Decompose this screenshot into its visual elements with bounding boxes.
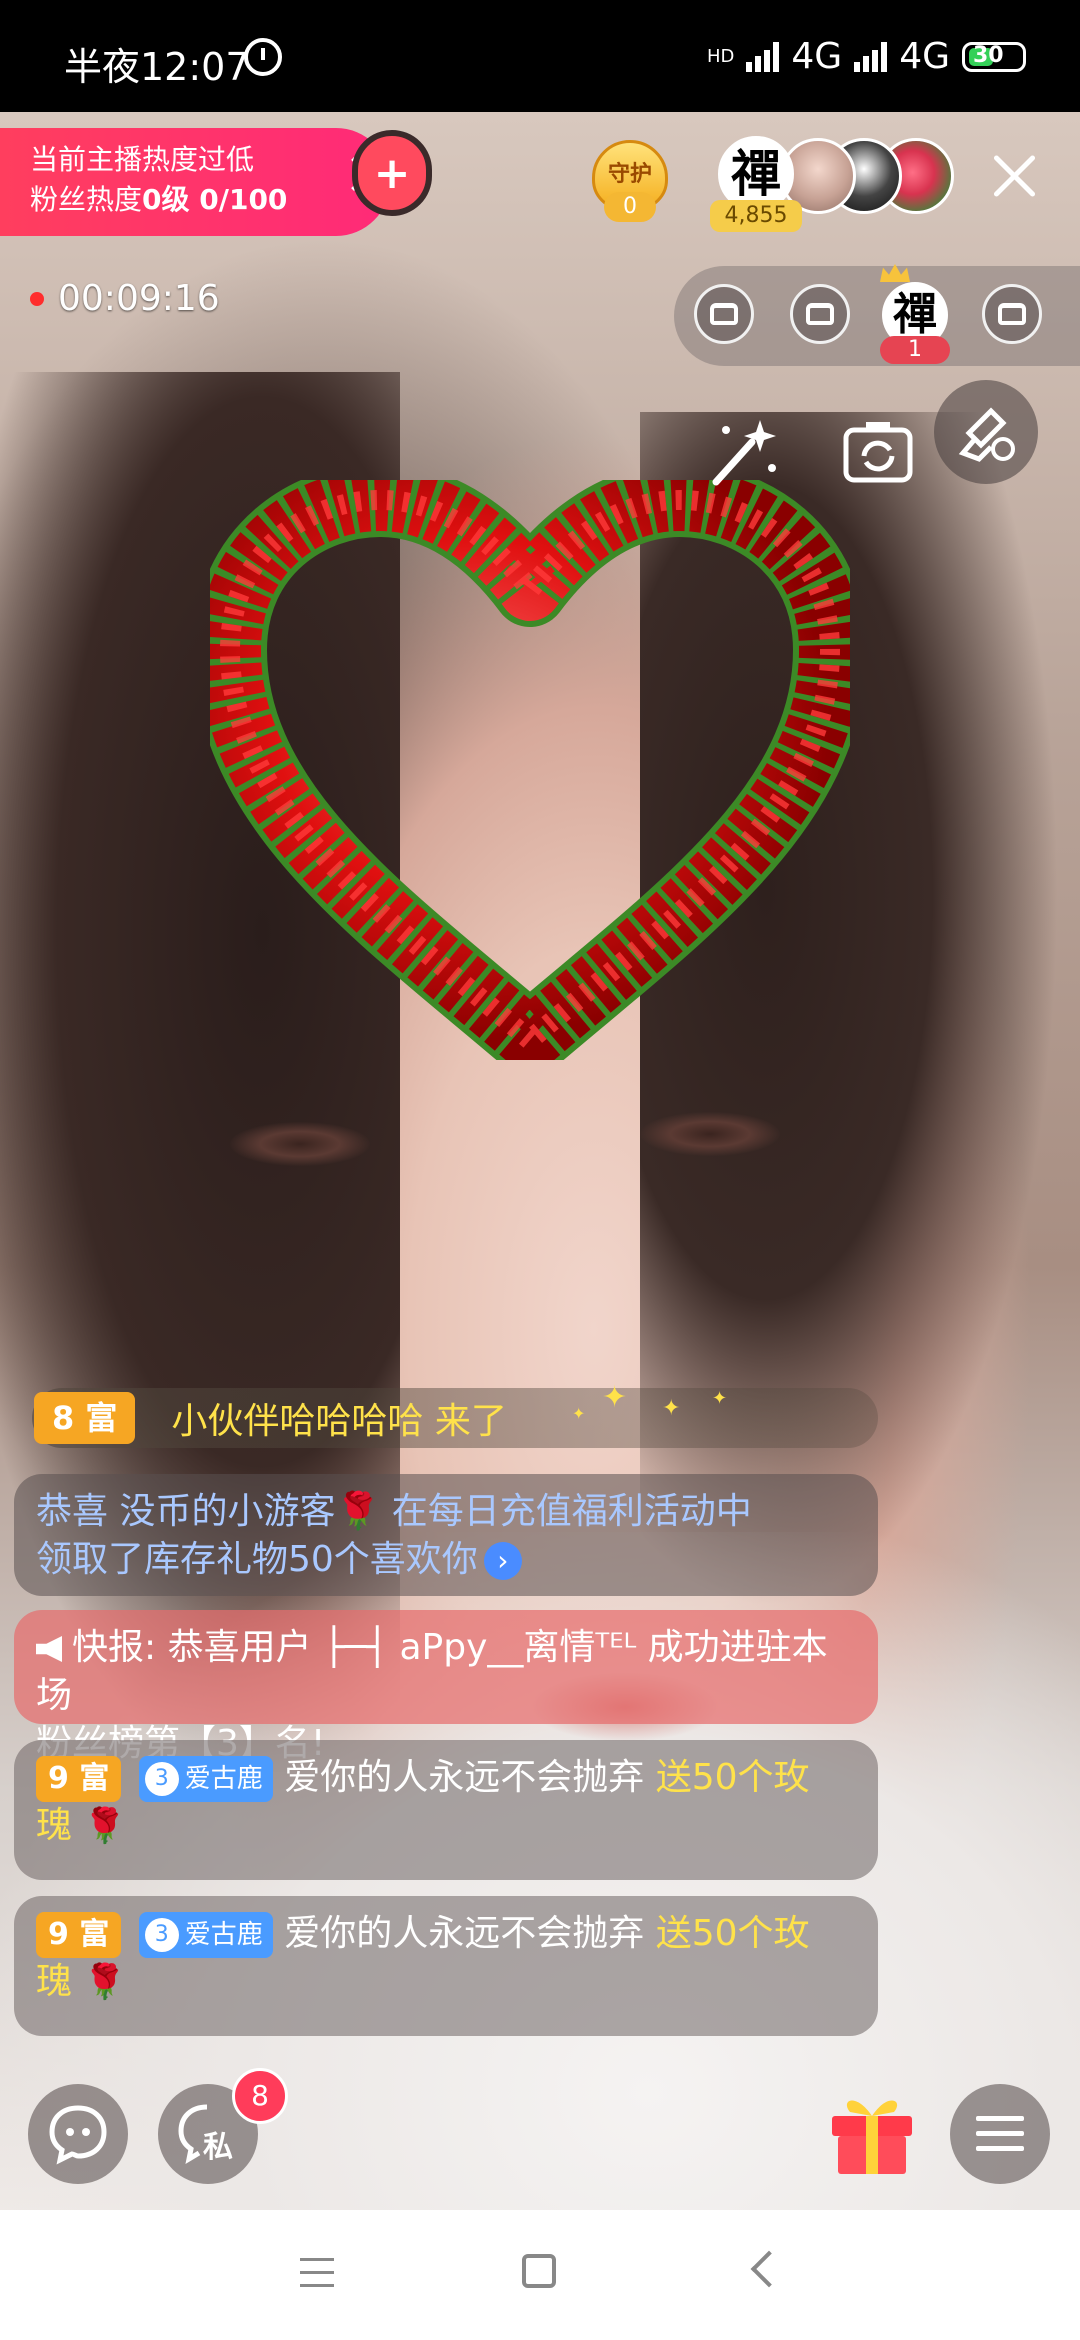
news-message-line1: 快报: 恭喜用户 ├─┤ aPpy__离情ᵀᴱᴸ 成功进驻本场: [36, 1627, 828, 1716]
timer-text: 00:09:16: [58, 278, 220, 319]
join-text: 小伙伴哈哈哈哈 来了: [171, 1401, 507, 1442]
live-timer: 00:09:16: [30, 278, 220, 319]
sofa-icon: [710, 303, 738, 325]
gift-action: 送50个玫: [655, 1913, 810, 1954]
menu-icon[interactable]: [950, 2084, 1050, 2184]
network-label-2: 4G: [899, 36, 950, 77]
sofa-icon: [998, 303, 1026, 325]
speaker-icon: [36, 1636, 62, 1662]
fan-heat-banner[interactable]: 当前主播热度过低 粉丝热度0级 0/100: [0, 128, 390, 236]
clean-screen-icon[interactable]: [934, 380, 1038, 484]
sparkle-icon: ✦: [712, 1388, 728, 1409]
empty-seat[interactable]: [790, 284, 850, 344]
system-message-line2: 领取了库存礼物50个喜欢你 ›: [36, 1536, 856, 1584]
gift-action: 送50个玫: [655, 1757, 810, 1798]
network-label: 4G: [791, 36, 843, 77]
heat-level-text: 粉丝热度0级 0/100: [30, 183, 288, 216]
gift-message-line1: 9 富 3 爱古鹿 爱你的人永远不会抛弃 送50个玫: [36, 1754, 856, 1802]
back-icon[interactable]: [750, 2250, 788, 2288]
private-label: 私: [203, 2130, 233, 2165]
face-eye-left: [230, 1122, 370, 1166]
gift-message[interactable]: 9 富 3 爱古鹿 爱你的人永远不会抛弃 送50个玫 瑰 🌹: [14, 1740, 878, 1880]
empty-seat[interactable]: [982, 284, 1042, 344]
unread-count-badge: 8: [232, 2068, 288, 2124]
gift-message-line1: 9 富 3 爱古鹿 爱你的人永远不会抛弃 送50个玫: [36, 1910, 856, 1958]
fan-club-badge: 3 爱古鹿: [138, 1912, 273, 1958]
gift-sender-message: 爱你的人永远不会抛弃: [284, 1757, 645, 1798]
news-message: 快报: 恭喜用户 ├─┤ aPpy__离情ᵀᴱᴸ 成功进驻本场 粉丝榜第【3】名…: [14, 1610, 878, 1764]
system-message-line1: 恭喜 没币的小游客🌹 在每日充值福利活动中: [36, 1491, 752, 1532]
recording-dot-icon: [30, 291, 44, 306]
wealth-level-badge: 8 富: [34, 1392, 136, 1444]
sparkle-icon: ✦: [572, 1404, 586, 1423]
home-icon[interactable]: [522, 2254, 556, 2288]
guard-count: 0: [604, 192, 656, 222]
system-navigation-bar: [0, 2210, 1080, 2340]
chat-bubble-icon[interactable]: [28, 2084, 128, 2184]
status-bar: 半夜12:07 HD 4G 4G 30: [0, 0, 1080, 112]
beauty-wand-icon[interactable]: [702, 412, 782, 492]
gift-message[interactable]: 9 富 3 爱古鹿 爱你的人永远不会抛弃 送50个玫 瑰 🌹: [14, 1896, 878, 2036]
seat-row: [674, 266, 1080, 366]
signal-icon-2: [854, 41, 888, 72]
gift-message-line2: 瑰 🌹: [36, 1805, 126, 1846]
battery-level: 30: [973, 42, 1004, 68]
wealth-level-badge: 9 富: [36, 1756, 122, 1802]
chevron-right-icon[interactable]: ›: [483, 1542, 522, 1580]
sparkle-icon: ✦: [662, 1396, 681, 1421]
system-message[interactable]: 恭喜 没币的小游客🌹 在每日充值福利活动中 领取了库存礼物50个喜欢你 ›: [14, 1474, 878, 1596]
gift-message-line2: 瑰 🌹: [36, 1961, 126, 2002]
sofa-icon: [806, 303, 834, 325]
heart-icon: 3: [144, 1762, 179, 1796]
heat-status-text: 当前主播热度过低: [30, 143, 255, 176]
rose-icon: 🌹: [83, 1806, 126, 1846]
hd-label: HD: [706, 46, 735, 67]
empty-seat[interactable]: [694, 284, 754, 344]
recent-apps-icon[interactable]: [300, 2258, 334, 2288]
seat-occupant-count: 1: [880, 336, 950, 364]
fan-club-badge: 3 爱古鹿: [138, 1756, 273, 1802]
heart-icon: 3: [144, 1918, 179, 1952]
viewer-count[interactable]: 4,855: [710, 200, 802, 232]
live-stream-screen: 半夜12:07 HD 4G 4G 30 当前主播热度过低 粉丝热度0级 0/10…: [0, 0, 1080, 2340]
battery-icon: 30: [962, 41, 1026, 72]
gift-sender-message: 爱你的人永远不会抛弃: [284, 1913, 645, 1954]
wealth-level-badge: 9 富: [36, 1912, 122, 1958]
guard-button[interactable]: 守护 0: [584, 132, 676, 228]
status-indicators: HD 4G 4G 30: [707, 36, 1026, 77]
close-icon[interactable]: [984, 146, 1044, 206]
signal-icon: [746, 41, 780, 72]
rose-heart-effect: [210, 480, 850, 1060]
join-notice: 8 富 小伙伴哈哈哈哈 来了 ✦ ✦ ✦ ✦: [32, 1380, 878, 1448]
sparkle-icon: ✦: [602, 1380, 628, 1415]
status-time: 半夜12:07: [64, 45, 250, 89]
follow-button[interactable]: +: [352, 130, 432, 216]
face-eye-right: [640, 1112, 780, 1156]
camera-flip-icon[interactable]: [838, 412, 918, 492]
gift-icon[interactable]: [826, 2082, 918, 2178]
rose-icon: 🌹: [83, 1962, 126, 2002]
alarm-icon: [244, 38, 282, 76]
